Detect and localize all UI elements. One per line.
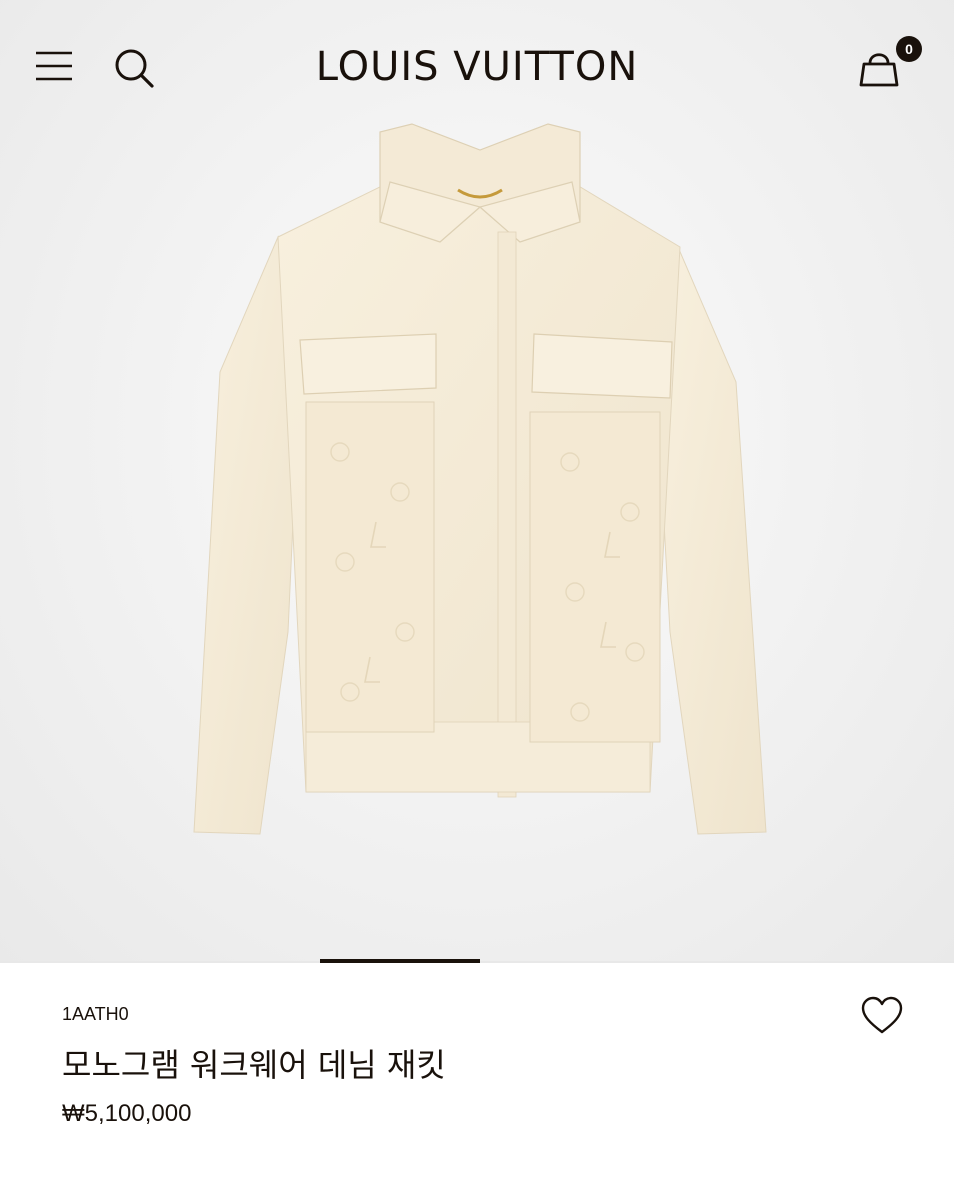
product-name: 모노그램 워크웨어 데님 재킷 <box>62 1046 446 1084</box>
shopping-bag-icon <box>859 53 899 87</box>
bag-count-badge: 0 <box>896 36 922 62</box>
heart-icon <box>861 996 903 1034</box>
wishlist-button[interactable] <box>860 996 904 1036</box>
product-image[interactable] <box>180 112 780 852</box>
carousel-active-indicator[interactable] <box>320 959 480 963</box>
jacket-image <box>193 123 767 835</box>
product-sku: 1AATH0 <box>62 1004 129 1024</box>
product-price: ₩5,100,000 <box>62 1100 192 1127</box>
brand-logo[interactable]: LOUIS VUITTON <box>0 41 954 93</box>
shopping-bag-button[interactable] <box>857 46 901 90</box>
